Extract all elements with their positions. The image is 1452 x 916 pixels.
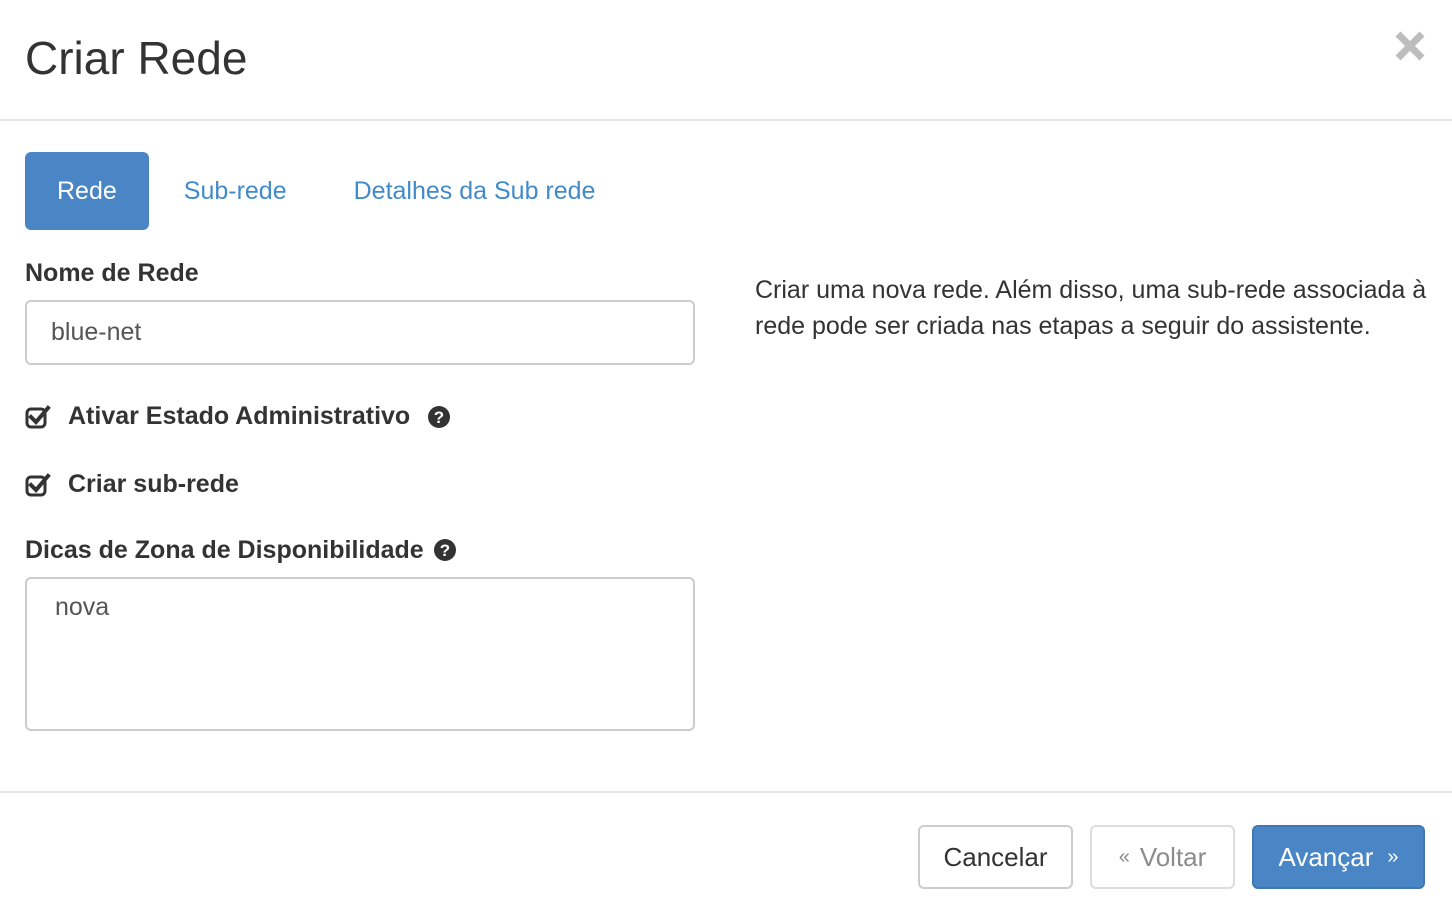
admin-state-label: Ativar Estado Administrativo	[68, 402, 411, 430]
back-button-label: Voltar	[1139, 841, 1207, 872]
admin-state-checkbox-row[interactable]: Ativar Estado Administrativo ?	[25, 402, 451, 431]
svg-text:?: ?	[439, 541, 449, 560]
modal-footer: Cancelar « Voltar Avançar »	[0, 791, 1452, 916]
double-chevron-left-icon: «	[1118, 845, 1130, 868]
network-name-value: blue-net	[51, 318, 142, 346]
network-name-label-text: Nome de Rede	[25, 259, 199, 287]
modal-title: Criar Rede	[25, 32, 248, 84]
az-hints-multiselect[interactable]: nova	[25, 577, 695, 731]
checkbox-checked-icon[interactable]	[25, 472, 51, 498]
close-icon[interactable]	[1390, 26, 1430, 66]
create-subnet-checkbox-row[interactable]: Criar sub-rede	[25, 470, 239, 499]
create-network-modal: Criar Rede Rede Sub-rede Detalhes da Sub…	[0, 0, 1452, 916]
az-hints-label-text: Dicas de Zona de Disponibilidade	[25, 536, 424, 564]
question-circle-icon[interactable]: ?	[433, 538, 457, 562]
create-subnet-label: Criar sub-rede	[68, 470, 239, 498]
step-description: Criar uma nova rede. Além disso, uma sub…	[755, 276, 1427, 340]
next-button-label: Avançar	[1278, 841, 1374, 872]
double-chevron-right-icon: »	[1387, 845, 1399, 868]
question-circle-icon[interactable]: ?	[427, 405, 451, 429]
modal-header: Criar Rede	[0, 0, 1452, 121]
checkbox-checked-icon[interactable]	[25, 404, 51, 430]
back-button[interactable]: « Voltar	[1090, 825, 1235, 889]
tab-detalhes-sub-rede[interactable]: Detalhes da Sub rede	[322, 152, 628, 230]
wizard-tabs: Rede Sub-rede Detalhes da Sub rede	[25, 152, 627, 230]
next-button[interactable]: Avançar »	[1252, 825, 1425, 889]
cancel-button-label: Cancelar	[943, 841, 1048, 872]
network-name-label: Nome de Rede	[25, 258, 199, 288]
svg-text:?: ?	[434, 408, 444, 427]
tab-rede[interactable]: Rede	[25, 152, 149, 230]
az-hints-option-nova[interactable]: nova	[55, 593, 669, 622]
az-hints-label: Dicas de Zona de Disponibilidade ?	[25, 535, 457, 565]
cancel-button[interactable]: Cancelar	[918, 825, 1073, 889]
tab-sub-rede[interactable]: Sub-rede	[152, 152, 319, 230]
network-name-input[interactable]: blue-net	[25, 300, 695, 365]
